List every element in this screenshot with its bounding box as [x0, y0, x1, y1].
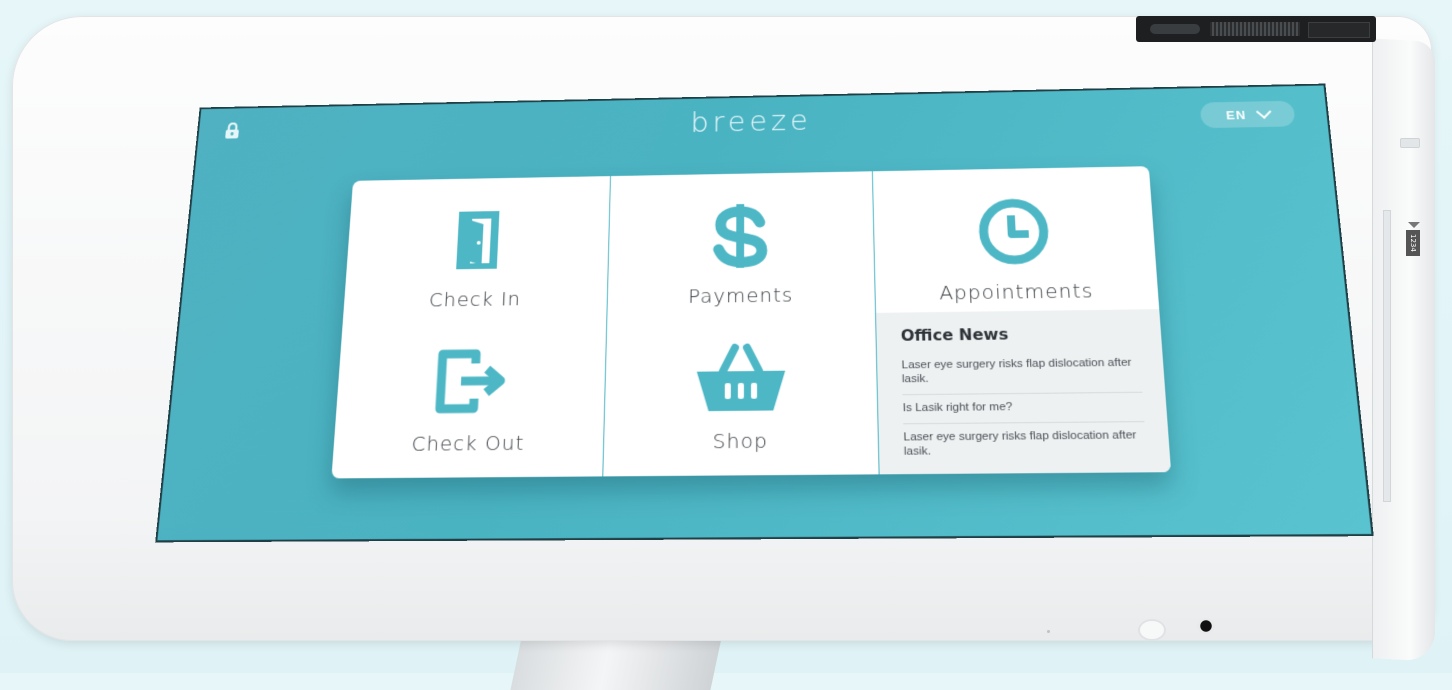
door-icon	[423, 203, 532, 277]
payments-label: Payments	[688, 283, 794, 308]
kiosk-screen: breeze EN Check In Payments Appointments…	[155, 83, 1374, 543]
appointments-tile[interactable]: Appointments	[871, 166, 1160, 313]
main-menu-panel: Check In Payments Appointments Check Out…	[331, 166, 1172, 479]
appointments-label: Appointments	[938, 278, 1094, 305]
office-news-panel: Office News Laser eye surgery risks flap…	[875, 309, 1172, 475]
language-selector[interactable]: EN	[1199, 100, 1296, 129]
reader-button	[1400, 138, 1420, 148]
check-in-label: Check In	[428, 287, 522, 312]
card-reader-label: 1234	[1406, 230, 1420, 256]
dollar-icon	[686, 199, 795, 274]
office-news-title: Office News	[900, 324, 1009, 345]
status-led	[1047, 630, 1050, 633]
news-item[interactable]: Laser eye surgery risks flap dislocation…	[903, 422, 1147, 467]
exit-icon	[415, 343, 527, 420]
check-out-label: Check Out	[410, 430, 525, 456]
shop-label: Shop	[712, 428, 769, 454]
card-reader	[1372, 38, 1435, 662]
camera-lens-icon	[1150, 24, 1200, 34]
news-item[interactable]: Laser eye surgery risks flap dislocation…	[901, 349, 1143, 396]
card-slot	[1383, 210, 1391, 502]
hardware-button[interactable]	[1138, 619, 1166, 641]
camera-bar	[1136, 16, 1376, 42]
hardware-sensor-icon	[1197, 618, 1215, 634]
check-in-tile[interactable]: Check In	[343, 176, 610, 320]
language-label: EN	[1225, 107, 1247, 122]
basket-icon	[685, 339, 796, 417]
clock-icon	[957, 194, 1071, 270]
insert-arrow-icon	[1408, 222, 1420, 228]
chevron-down-icon	[1255, 104, 1271, 119]
news-item[interactable]: Is Lasik right for me?	[902, 392, 1145, 425]
check-out-tile[interactable]: Check Out	[331, 316, 606, 478]
shop-tile[interactable]: Shop	[602, 312, 879, 477]
speaker-grill	[1210, 22, 1300, 36]
sensor-window	[1308, 22, 1370, 38]
payments-tile[interactable]: Payments	[606, 171, 876, 317]
